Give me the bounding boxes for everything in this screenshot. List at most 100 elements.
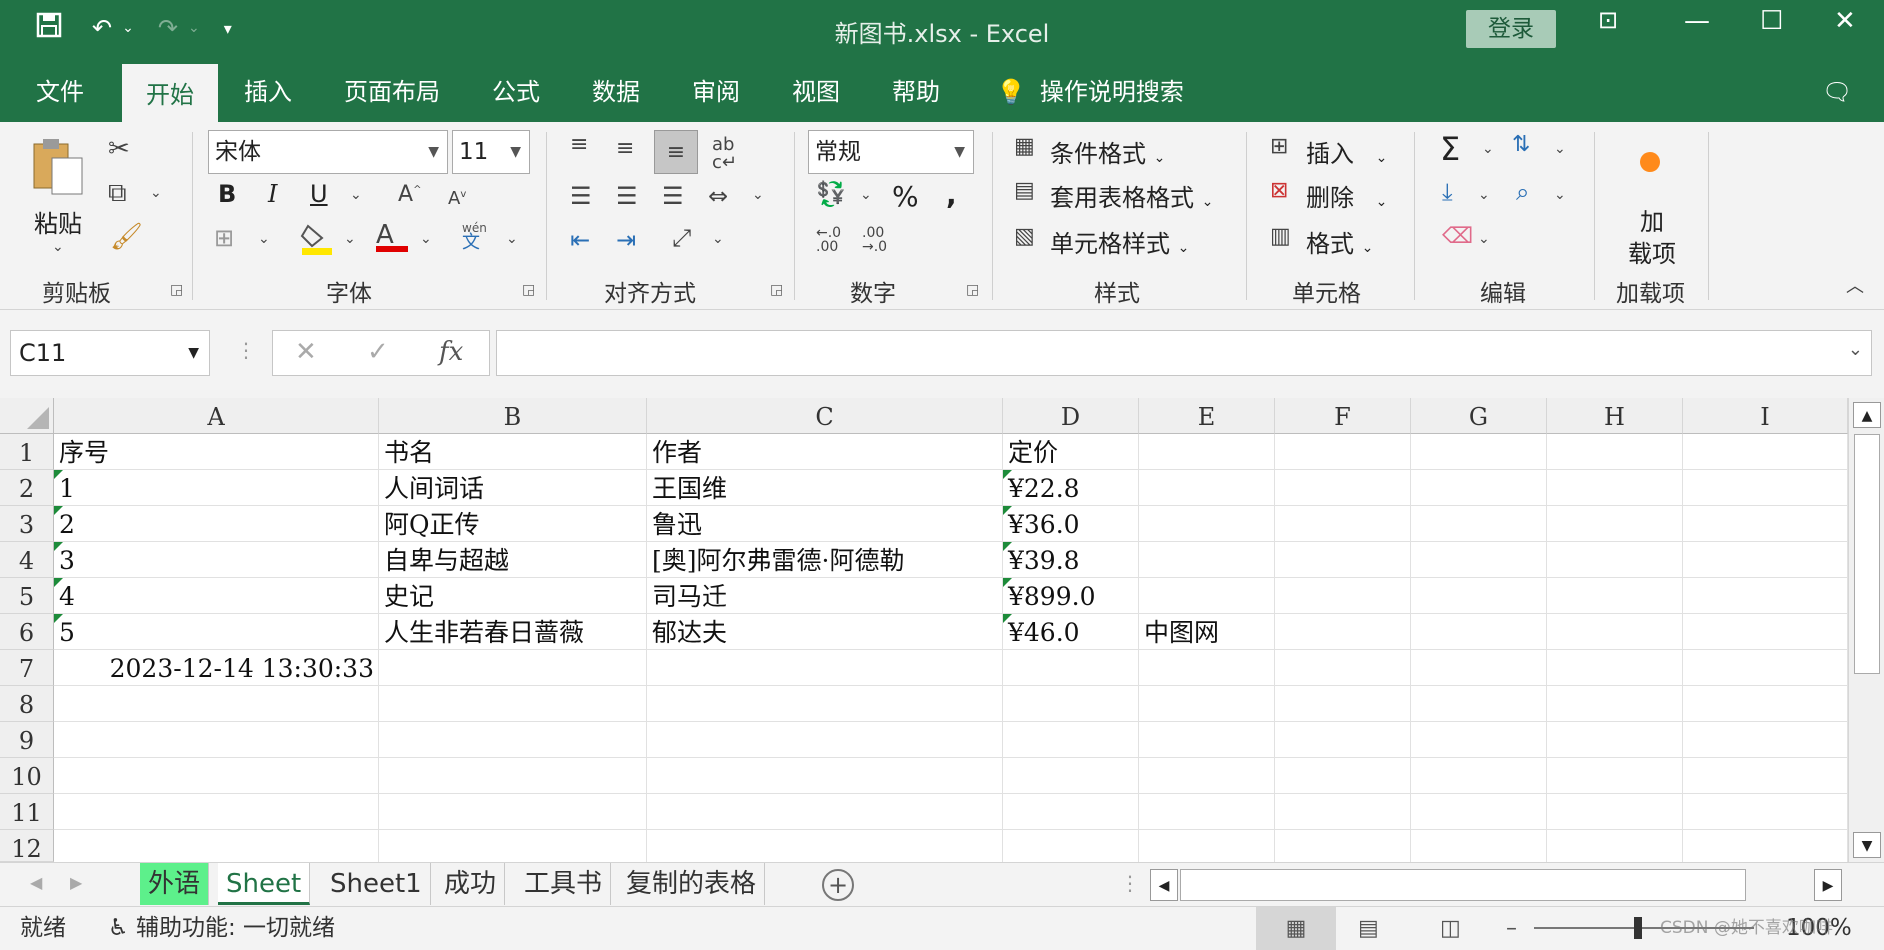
grid-cell[interactable] bbox=[379, 722, 647, 758]
increase-decimal-icon[interactable]: ←.0.00 bbox=[816, 226, 841, 254]
column-header[interactable]: I bbox=[1683, 398, 1848, 434]
grid-cell[interactable] bbox=[379, 650, 647, 686]
format-cells-icon[interactable]: ▥ bbox=[1270, 226, 1291, 248]
cell-D1[interactable]: 定价 bbox=[1003, 434, 1139, 470]
grid-cell[interactable] bbox=[1547, 506, 1683, 542]
number-format-combo[interactable]: 常规 ▼ bbox=[808, 130, 974, 174]
increase-indent-icon[interactable]: ⇥ bbox=[616, 228, 636, 252]
grid-cell[interactable] bbox=[1139, 542, 1275, 578]
tab-help[interactable]: 帮助 bbox=[892, 58, 940, 122]
grid-cell[interactable] bbox=[1411, 578, 1547, 614]
grid-cell[interactable] bbox=[379, 758, 647, 794]
cell-styles-icon[interactable]: ▧ bbox=[1014, 226, 1035, 248]
grid-cell[interactable] bbox=[1411, 614, 1547, 650]
grid-cell[interactable] bbox=[1547, 470, 1683, 506]
chevron-down-icon[interactable]: ⌄ bbox=[420, 232, 432, 246]
cell-D5[interactable]: ¥899.0 bbox=[1003, 578, 1139, 614]
cell-C3[interactable]: 鲁迅 bbox=[647, 506, 1003, 542]
grid-cell[interactable] bbox=[1411, 470, 1547, 506]
chevron-down-icon[interactable]: ▼ bbox=[188, 331, 199, 375]
wrap-text-icon[interactable]: ab c↵ bbox=[712, 136, 737, 172]
format-table-icon[interactable]: ▤ bbox=[1014, 180, 1035, 202]
grid-cell[interactable] bbox=[1275, 470, 1411, 506]
grid-cell[interactable] bbox=[1139, 650, 1275, 686]
cell-A3[interactable]: 2 bbox=[54, 506, 379, 542]
dialog-launcher-icon[interactable]: ◲ bbox=[770, 282, 783, 298]
font-color-icon[interactable]: A bbox=[376, 222, 408, 252]
select-all-corner[interactable] bbox=[0, 398, 54, 434]
grid-cell[interactable] bbox=[1003, 722, 1139, 758]
tab-review[interactable]: 审阅 bbox=[692, 58, 740, 122]
grid-cell[interactable] bbox=[1683, 722, 1848, 758]
login-button[interactable]: 登录 bbox=[1466, 10, 1556, 48]
comments-icon[interactable]: 🗨 bbox=[1822, 58, 1852, 122]
split-handle-icon[interactable]: ⋮ bbox=[1120, 871, 1140, 895]
grid-cell[interactable] bbox=[1683, 794, 1848, 830]
chevron-down-icon[interactable]: ⌄ bbox=[1478, 188, 1490, 202]
addins-icon[interactable] bbox=[1640, 152, 1660, 172]
grid-cell[interactable] bbox=[1275, 578, 1411, 614]
cell-A5[interactable]: 4 bbox=[54, 578, 379, 614]
align-center-icon[interactable]: ☰ bbox=[616, 184, 638, 208]
column-header[interactable]: A bbox=[54, 398, 379, 434]
scroll-down-icon[interactable]: ▼ bbox=[1853, 832, 1881, 858]
tab-insert[interactable]: 插入 bbox=[244, 58, 292, 122]
cell-A6[interactable]: 5 bbox=[54, 614, 379, 650]
grid-cell[interactable] bbox=[1275, 686, 1411, 722]
grid-cell[interactable] bbox=[1139, 830, 1275, 866]
cell-C2[interactable]: 王国维 bbox=[647, 470, 1003, 506]
zoom-out-icon[interactable]: – bbox=[1506, 907, 1517, 950]
grid-cell[interactable] bbox=[1411, 758, 1547, 794]
sheet-tab[interactable]: 工具书 bbox=[516, 863, 612, 905]
grid-cell[interactable] bbox=[1683, 434, 1848, 470]
dialog-launcher-icon[interactable]: ◲ bbox=[966, 282, 979, 298]
page-layout-view-icon[interactable]: ▤ bbox=[1358, 907, 1379, 950]
row-header[interactable]: 4 bbox=[0, 542, 54, 578]
grid-cell[interactable] bbox=[1275, 506, 1411, 542]
grid-cell[interactable] bbox=[1139, 578, 1275, 614]
sheet-tab-active[interactable]: Sheet bbox=[218, 863, 311, 905]
column-header[interactable]: B bbox=[379, 398, 647, 434]
column-header[interactable]: H bbox=[1547, 398, 1683, 434]
delete-cells-icon[interactable]: ⊠ bbox=[1270, 180, 1288, 202]
chevron-down-icon[interactable]: ⌄ bbox=[258, 232, 270, 246]
normal-view-icon[interactable]: ▦ bbox=[1256, 907, 1336, 950]
cell-C4[interactable]: [奥]阿尔弗雷德·阿德勒 bbox=[647, 542, 1003, 578]
cell-A1[interactable]: 序号 bbox=[54, 434, 379, 470]
grid-cell[interactable] bbox=[647, 794, 1003, 830]
merge-center-icon[interactable]: ⇔ bbox=[708, 184, 728, 208]
grid-cell[interactable] bbox=[1547, 794, 1683, 830]
chevron-down-icon[interactable]: ⌄ bbox=[860, 188, 872, 202]
spreadsheet-grid[interactable]: A B C D E F G H I 1 2 3 4 5 6 7 8 9 10 1… bbox=[0, 398, 1884, 866]
decrease-font-icon[interactable]: Av bbox=[448, 190, 466, 208]
grid-cell[interactable] bbox=[379, 686, 647, 722]
chevron-down-icon[interactable]: ⌄ bbox=[1478, 232, 1490, 246]
bottom-align-icon[interactable]: ≡ bbox=[654, 130, 698, 174]
grid-cell[interactable] bbox=[1411, 686, 1547, 722]
align-left-icon[interactable]: ☰ bbox=[570, 184, 592, 208]
grid-cell[interactable] bbox=[1411, 434, 1547, 470]
row-header[interactable]: 11 bbox=[0, 794, 54, 830]
grid-cell[interactable] bbox=[647, 758, 1003, 794]
chevron-down-icon[interactable]: ⌄ bbox=[350, 188, 362, 202]
cell-A7[interactable]: 2023-12-14 13:30:33 bbox=[54, 650, 379, 686]
column-header[interactable]: D bbox=[1003, 398, 1139, 434]
chevron-down-icon[interactable]: ⌄ bbox=[712, 232, 724, 246]
column-header[interactable]: F bbox=[1275, 398, 1411, 434]
grid-cell[interactable] bbox=[1003, 758, 1139, 794]
grid-cell[interactable] bbox=[1683, 758, 1848, 794]
row-header[interactable]: 6 bbox=[0, 614, 54, 650]
paste-label[interactable]: 粘贴 bbox=[34, 204, 82, 239]
borders-icon[interactable]: ⊞ bbox=[214, 226, 234, 250]
grid-cell[interactable] bbox=[1275, 650, 1411, 686]
conditional-format-icon[interactable]: ▦ bbox=[1014, 136, 1035, 158]
insert-cells-icon[interactable]: ⊞ bbox=[1270, 136, 1288, 158]
chevron-down-icon[interactable]: ⌄ bbox=[1554, 188, 1566, 202]
grid-cell[interactable] bbox=[1411, 830, 1547, 866]
phonetic-guide-icon[interactable]: wén 文 bbox=[462, 222, 487, 252]
ribbon-display-icon[interactable]: ⊡ bbox=[1598, 6, 1618, 34]
grid-cell[interactable] bbox=[1275, 722, 1411, 758]
row-header[interactable]: 3 bbox=[0, 506, 54, 542]
addins-line2[interactable]: 载项 bbox=[1628, 234, 1676, 269]
row-header[interactable]: 5 bbox=[0, 578, 54, 614]
